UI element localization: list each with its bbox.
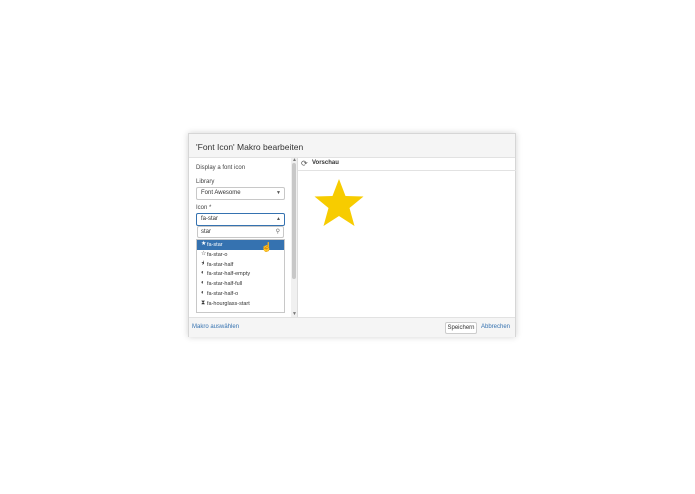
chevron-down-icon: ▼ bbox=[276, 190, 281, 196]
library-label: Library bbox=[196, 179, 215, 185]
list-item[interactable]: ⧗ fa-hourglass-start bbox=[197, 299, 284, 309]
list-item-label: fa-star bbox=[207, 242, 223, 248]
save-button[interactable]: Speichern bbox=[445, 322, 477, 334]
list-item-label: fa-hourglass-start bbox=[207, 300, 250, 307]
star-half-full-icon: ◐ bbox=[201, 280, 205, 287]
preview-panel: ⟳ Vorschau bbox=[297, 158, 516, 317]
icon-select[interactable]: fa-star ▲ bbox=[196, 213, 285, 226]
preview-toolbar: ⟳ Vorschau bbox=[298, 158, 516, 171]
star-half-empty-icon: ◐ bbox=[201, 270, 205, 277]
list-item-label: fa-star-half-full bbox=[207, 281, 243, 288]
macro-parameters-panel: Display a font icon Library Font Awesome… bbox=[189, 158, 291, 317]
star-half-o-icon: ◐ bbox=[201, 290, 205, 296]
list-item-label: fa-star-half-o bbox=[207, 291, 239, 297]
list-item-label: fa-star-half bbox=[207, 261, 234, 268]
macro-description: Display a font icon bbox=[196, 165, 246, 171]
dialog-footer: Makro auswählen Speichern Abbrechen bbox=[189, 317, 515, 337]
icon-search-input[interactable]: star ⚲ bbox=[197, 226, 284, 238]
preview-label: Vorschau bbox=[312, 160, 339, 166]
dialog-title: 'Font Icon' Makro bearbeiten bbox=[196, 142, 304, 152]
icon-label: Icon * bbox=[196, 205, 212, 211]
refresh-icon[interactable]: ⟳ bbox=[301, 159, 308, 168]
chevron-down-icon: ▲ bbox=[276, 216, 281, 222]
list-item[interactable]: ◐ fa-star-half-empty bbox=[197, 269, 284, 279]
star-half-icon: ⯨ bbox=[201, 260, 205, 267]
macro-dialog: 'Font Icon' Makro bearbeiten Display a f… bbox=[188, 133, 516, 337]
star-icon: ★ bbox=[201, 241, 207, 247]
hourglass-start-icon: ⧗ bbox=[201, 299, 206, 306]
list-item[interactable]: ◐ fa-star-half-o bbox=[197, 289, 284, 299]
select-macro-link[interactable]: Makro auswählen bbox=[192, 324, 239, 330]
library-select-value: Font Awesome bbox=[201, 190, 241, 196]
library-select[interactable]: Font Awesome ▼ bbox=[196, 187, 285, 200]
star-outline-icon: ☆ bbox=[201, 250, 207, 257]
star-icon bbox=[314, 179, 364, 226]
cancel-button[interactable]: Abbrechen bbox=[481, 324, 510, 330]
list-item[interactable]: ◐ fa-star-half-full bbox=[197, 279, 284, 289]
dialog-header: 'Font Icon' Makro bearbeiten bbox=[189, 134, 515, 158]
icon-select-value: fa-star bbox=[201, 216, 219, 222]
scroll-thumb[interactable] bbox=[292, 163, 296, 279]
list-item-label: fa-star-o bbox=[207, 251, 228, 258]
list-item-label: fa-star-half-empty bbox=[207, 271, 251, 278]
hand-cursor-icon: ☝ bbox=[261, 242, 273, 252]
icon-search-value: star bbox=[201, 229, 212, 235]
search-icon: ⚲ bbox=[275, 229, 280, 235]
list-item[interactable]: ⯨ fa-star-half bbox=[197, 260, 284, 270]
